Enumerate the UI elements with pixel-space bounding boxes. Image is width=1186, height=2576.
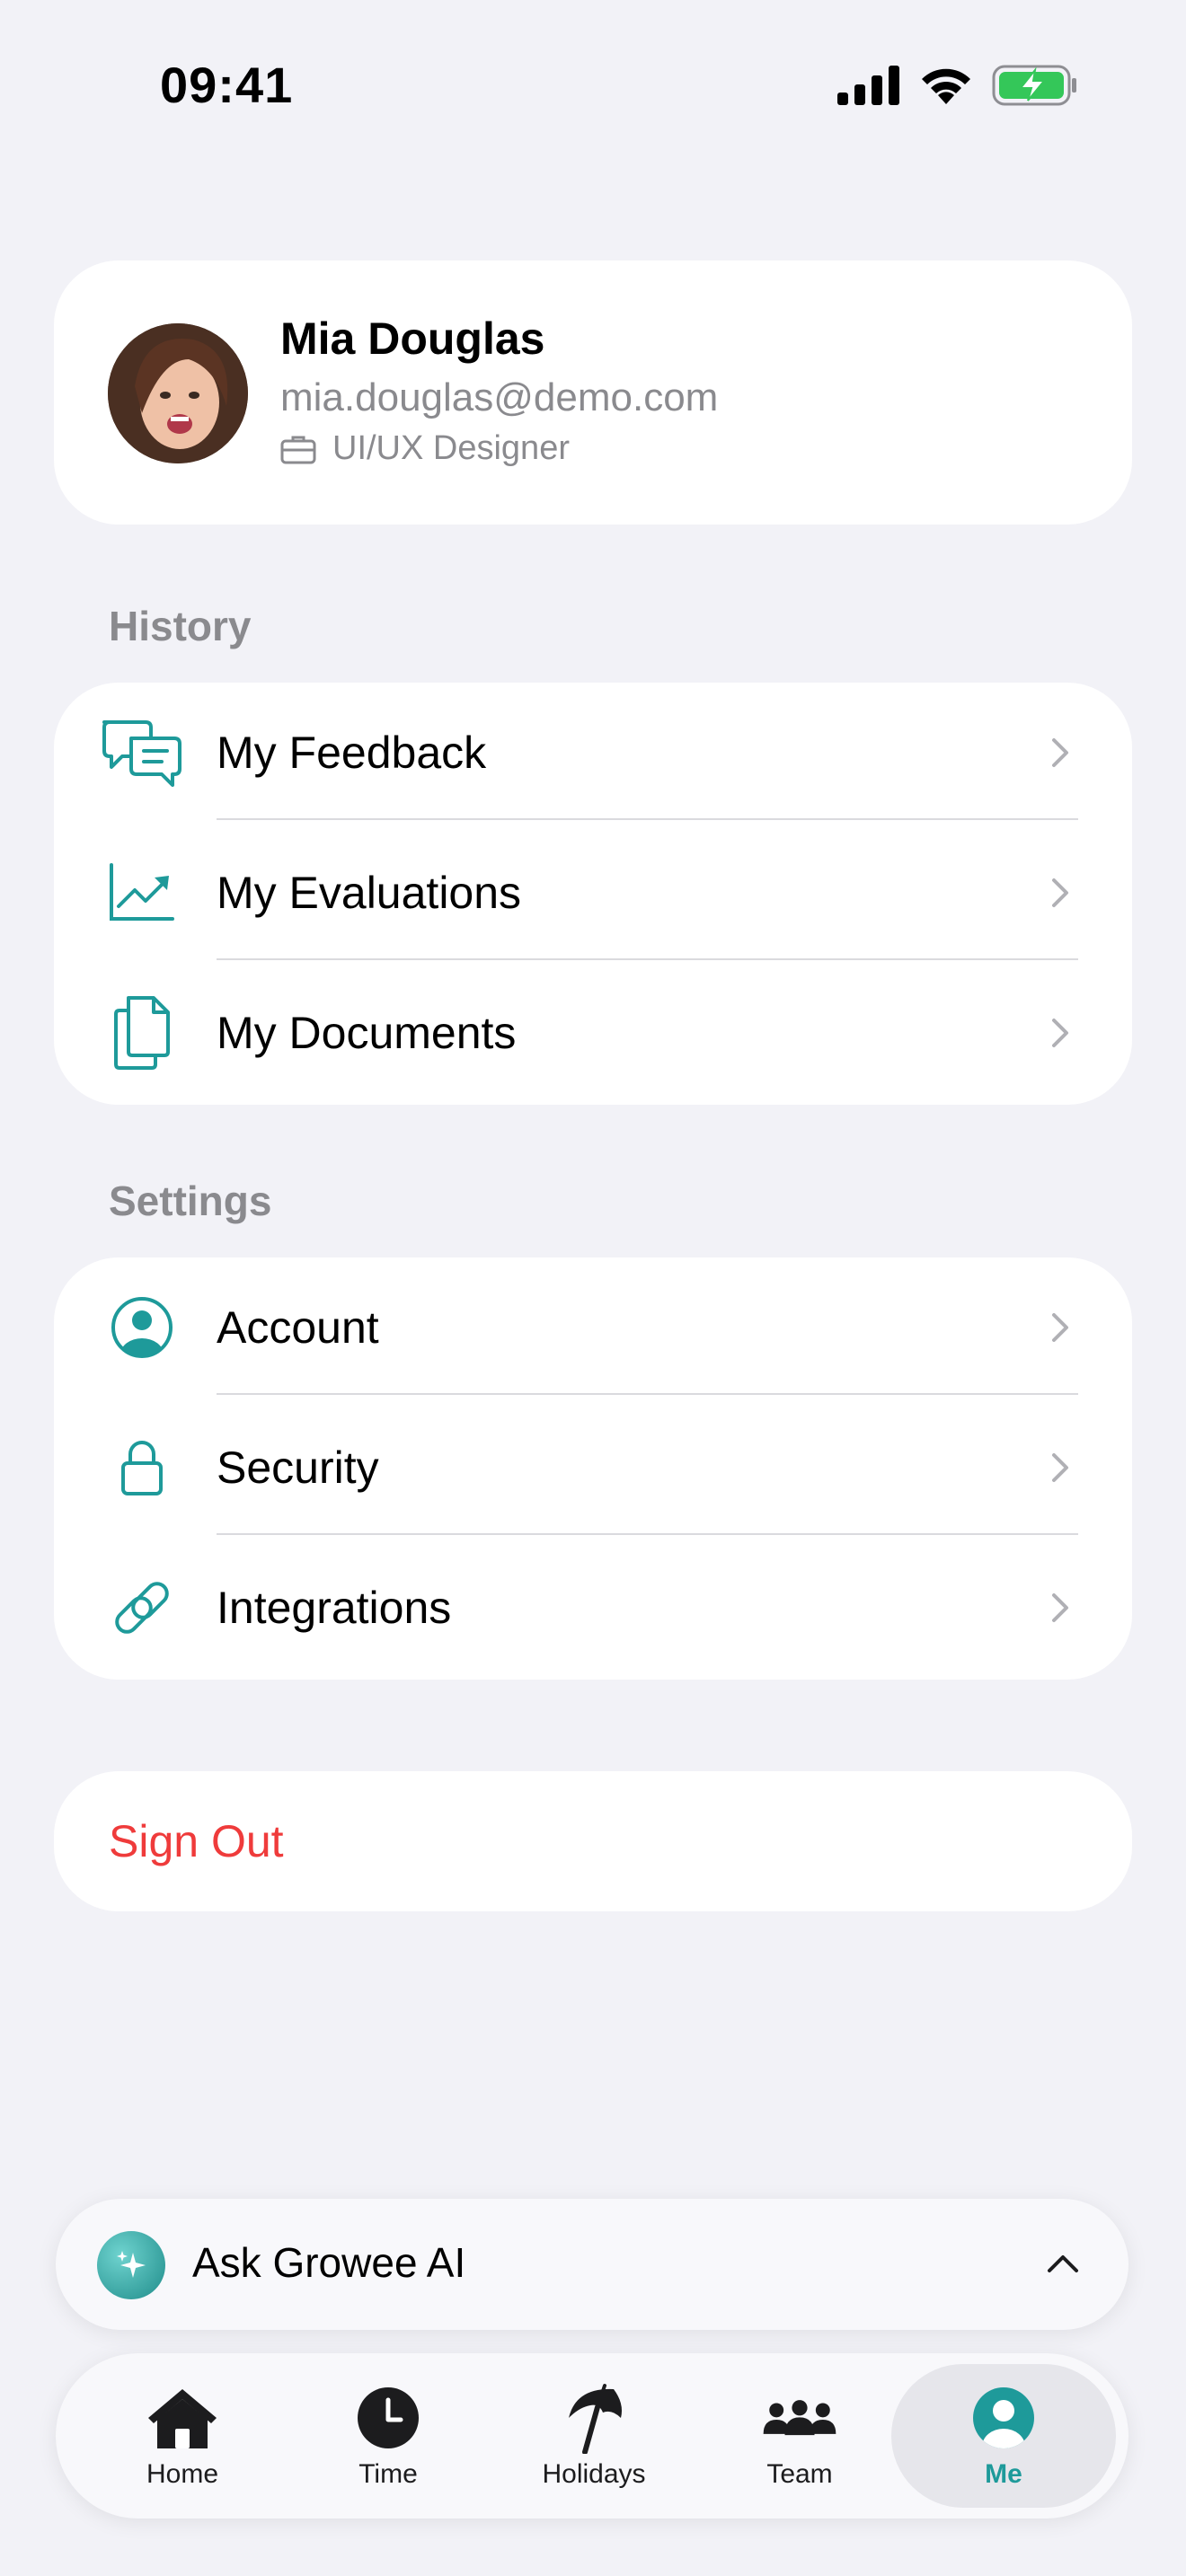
history-card: My Feedback My Evaluations My Documents [54, 683, 1132, 1105]
row-account[interactable]: Account [54, 1257, 1132, 1398]
row-my-feedback[interactable]: My Feedback [54, 683, 1132, 823]
divider [217, 818, 1078, 820]
sparkle-icon [97, 2231, 165, 2299]
person-icon [965, 2382, 1042, 2454]
avatar [108, 323, 248, 463]
section-label-settings: Settings [109, 1178, 272, 1224]
feedback-icon [99, 710, 185, 796]
briefcase-icon [280, 436, 316, 463]
profile-card[interactable]: Mia Douglas mia.douglas@demo.com UI/UX D… [54, 260, 1132, 525]
tab-home[interactable]: Home [79, 2353, 286, 2519]
row-label: Integrations [217, 1583, 452, 1633]
row-label: My Evaluations [217, 868, 522, 918]
tab-me[interactable]: Me [891, 2364, 1116, 2508]
ask-ai-label: Ask Growee AI [192, 2239, 466, 2286]
battery-charging-icon [992, 65, 1076, 106]
team-icon [761, 2382, 838, 2454]
tab-time[interactable]: Time [285, 2353, 491, 2519]
tab-bar: Home Time Holidays Team Me [56, 2353, 1128, 2519]
sign-out-button[interactable]: Sign Out [54, 1771, 1132, 1911]
chart-trend-icon [99, 850, 185, 936]
row-integrations[interactable]: Integrations [54, 1538, 1132, 1678]
ask-ai-bar[interactable]: Ask Growee AI [56, 2199, 1128, 2330]
row-my-documents[interactable]: My Documents [54, 963, 1132, 1103]
divider [217, 1393, 1078, 1395]
tab-label: Team [766, 2459, 833, 2489]
profile-role-label: UI/UX Designer [332, 429, 570, 467]
row-label: Security [217, 1442, 379, 1493]
lock-icon [99, 1425, 185, 1511]
row-label: Account [217, 1302, 379, 1353]
status-icons [837, 65, 1078, 106]
divider [217, 1533, 1078, 1535]
settings-card: Account Security Integrations [54, 1257, 1132, 1680]
chevron-right-icon [1042, 1310, 1078, 1345]
tab-team[interactable]: Team [696, 2353, 903, 2519]
documents-icon [99, 990, 185, 1076]
clock-icon [350, 2382, 427, 2454]
chevron-right-icon [1042, 1015, 1078, 1051]
sign-out-label: Sign Out [109, 1816, 284, 1866]
row-my-evaluations[interactable]: My Evaluations [54, 823, 1132, 963]
chevron-up-icon[interactable] [1042, 2244, 1084, 2285]
row-label: My Documents [217, 1008, 517, 1058]
profile-name: Mia Douglas [280, 313, 545, 364]
section-label-history: History [109, 603, 252, 649]
chevron-right-icon [1042, 735, 1078, 771]
profile-role: UI/UX Designer [280, 429, 570, 468]
status-time: 09:41 [160, 57, 294, 113]
row-security[interactable]: Security [54, 1398, 1132, 1538]
signal-icon [837, 66, 899, 105]
profile-email: mia.douglas@demo.com [280, 375, 719, 419]
home-icon [144, 2382, 221, 2454]
tab-holidays[interactable]: Holidays [491, 2353, 697, 2519]
tab-label: Me [985, 2459, 1022, 2489]
link-icon [99, 1565, 185, 1651]
tab-label: Home [146, 2459, 219, 2489]
umbrella-icon [555, 2382, 633, 2454]
chevron-right-icon [1042, 875, 1078, 911]
chevron-right-icon [1042, 1450, 1078, 1486]
divider [217, 958, 1078, 960]
chevron-right-icon [1042, 1590, 1078, 1626]
row-label: My Feedback [217, 728, 487, 778]
account-icon [99, 1284, 185, 1371]
tab-label: Holidays [542, 2459, 646, 2489]
tab-label: Time [358, 2459, 418, 2489]
wifi-icon [922, 68, 970, 104]
